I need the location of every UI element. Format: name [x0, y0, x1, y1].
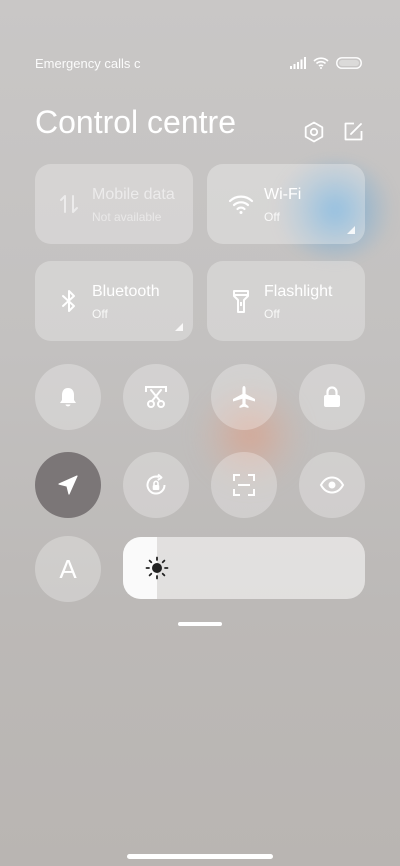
tile-subtitle: Off [264, 307, 280, 321]
auto-brightness-button[interactable]: A [35, 536, 101, 602]
location-arrow-icon [58, 475, 78, 495]
status-text: Emergency calls c [35, 56, 141, 71]
tile-flashlight[interactable]: Flashlight Off [207, 261, 365, 341]
tile-title: Wi-Fi [264, 186, 302, 203]
signal-icon [290, 57, 306, 69]
tile-wifi[interactable]: Wi-Fi Off [207, 164, 365, 244]
home-indicator[interactable] [127, 854, 273, 859]
edit-icon[interactable] [341, 120, 365, 144]
tile-subtitle: Off [264, 210, 280, 224]
airplane-icon [233, 386, 255, 408]
rotation-lock-icon [146, 473, 166, 495]
eye-icon [319, 476, 345, 494]
drag-handle[interactable] [178, 622, 222, 626]
tile-subtitle: Off [92, 307, 108, 321]
toggle-lock[interactable] [299, 364, 365, 430]
wifi-icon [228, 195, 254, 214]
status-icons [290, 57, 362, 69]
tile-title: Flashlight [264, 283, 333, 300]
brightness-slider[interactable] [123, 537, 365, 599]
scan-icon [233, 474, 255, 496]
tile-subtitle: Not available [92, 210, 162, 224]
tile-title: Mobile data [92, 186, 175, 203]
status-bar: Emergency calls c [35, 56, 362, 72]
lock-icon [324, 386, 340, 407]
bluetooth-icon [62, 290, 75, 312]
toggle-scanner[interactable] [211, 452, 277, 518]
mobile-data-icon [60, 195, 78, 213]
toggle-reading-mode[interactable] [299, 452, 365, 518]
tile-bluetooth[interactable]: Bluetooth Off [35, 261, 193, 341]
toggle-screenshot[interactable] [123, 364, 189, 430]
battery-icon [336, 57, 362, 69]
expand-corner-icon[interactable] [347, 226, 355, 234]
auto-brightness-label: A [59, 553, 77, 584]
wifi-icon [313, 57, 329, 69]
tile-title: Bluetooth [92, 283, 160, 300]
expand-corner-icon[interactable] [175, 323, 183, 331]
page-title: Control centre [35, 104, 236, 140]
flashlight-icon [233, 290, 249, 313]
tile-mobile-data[interactable]: Mobile data Not available [35, 164, 193, 244]
settings-icon[interactable] [302, 120, 326, 144]
toggle-airplane[interactable] [211, 364, 277, 430]
toggle-location[interactable] [35, 452, 101, 518]
toggle-ring[interactable] [35, 364, 101, 430]
sun-icon [145, 556, 169, 580]
scissors-screenshot-icon [145, 386, 167, 408]
bell-icon [60, 388, 76, 407]
toggle-rotation-lock[interactable] [123, 452, 189, 518]
